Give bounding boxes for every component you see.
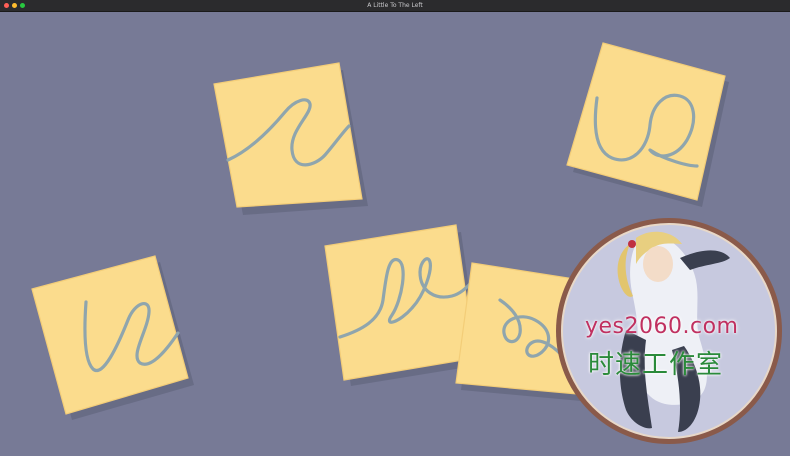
game-window: A Little To The Left yes2060.com 时速工作室 — [0, 0, 790, 456]
title-bar: A Little To The Left — [0, 0, 790, 12]
sticky-note-4[interactable] — [324, 224, 480, 386]
watermark-studio-text: 时速工作室 — [588, 350, 724, 380]
sticky-note-1[interactable] — [213, 62, 368, 215]
watermark-site-text: yes2060.com — [585, 314, 739, 339]
sticky-note-2[interactable] — [566, 42, 729, 207]
sticky-note-3[interactable] — [31, 255, 194, 420]
game-scene — [31, 42, 782, 444]
window-title: A Little To The Left — [367, 2, 423, 9]
